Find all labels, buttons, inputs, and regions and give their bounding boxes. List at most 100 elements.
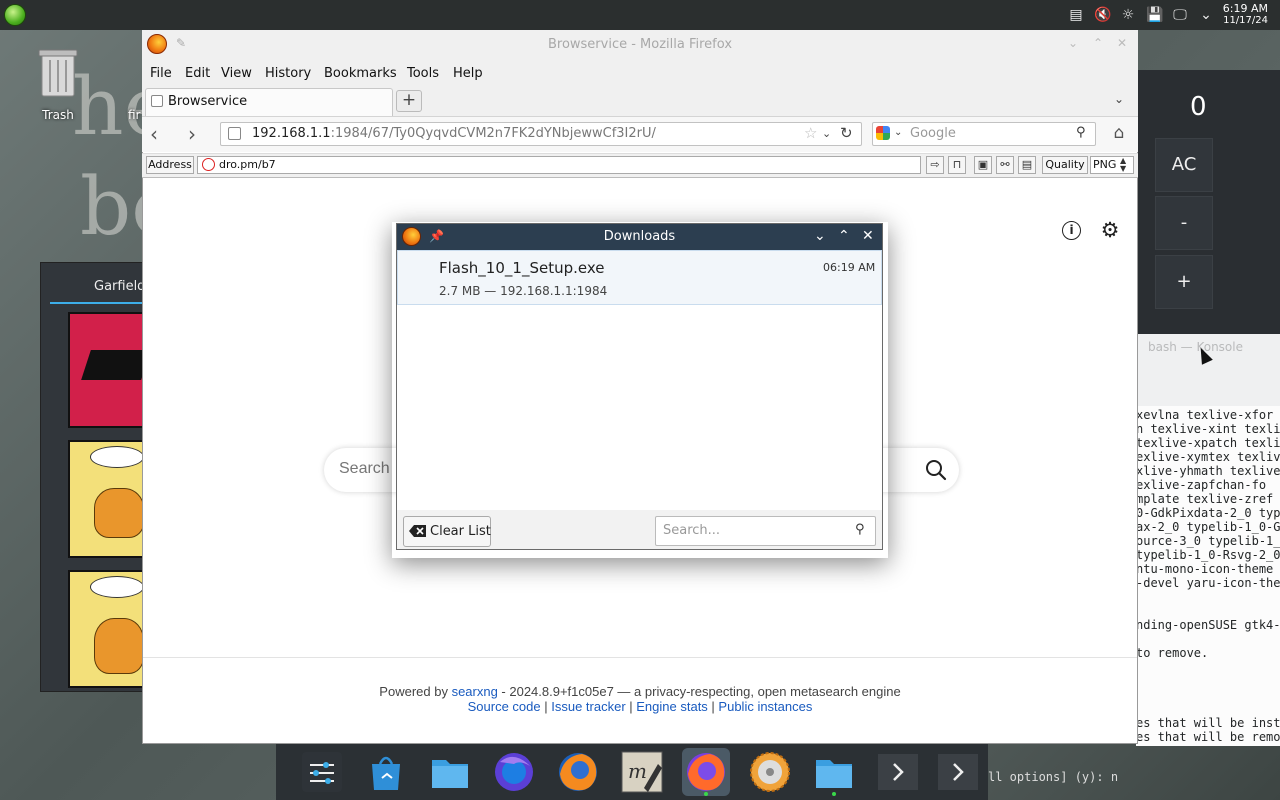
- app-launcher-icon[interactable]: [4, 4, 26, 26]
- brightness-icon[interactable]: ☼: [1120, 7, 1136, 23]
- search-icon[interactable]: ⚲: [1076, 125, 1086, 140]
- terminal-2-icon[interactable]: [934, 748, 982, 796]
- footer-powered-by: Powered by searxng - 2024.8.9+f1c05e7 — …: [143, 684, 1137, 699]
- calc-minus-button[interactable]: -: [1155, 196, 1213, 250]
- save-icon[interactable]: 💾: [1146, 7, 1163, 23]
- gear-icon[interactable]: ⚙: [1099, 219, 1121, 241]
- terminal-line: mplate texlive-zref t: [1136, 492, 1280, 506]
- home-icon[interactable]: ⌂: [1108, 123, 1130, 145]
- terminal-icon[interactable]: [874, 748, 922, 796]
- new-tab-button[interactable]: +: [396, 90, 422, 112]
- clock-date[interactable]: 11/17/24: [1223, 15, 1268, 26]
- settings-app-icon[interactable]: [298, 748, 346, 796]
- download-time: 06:19 AM: [823, 261, 876, 274]
- source-code-link[interactable]: Source code: [468, 699, 541, 714]
- maximize-icon[interactable]: ⌃: [838, 228, 850, 244]
- firefox-nightly-icon[interactable]: [490, 748, 538, 796]
- calc-clear-button[interactable]: AC: [1155, 138, 1213, 192]
- clipboard-icon[interactable]: ▤: [1068, 7, 1084, 23]
- footer-text: Powered by: [379, 684, 452, 699]
- footer-links: Source code | Issue tracker | Engine sta…: [467, 699, 813, 714]
- trash-icon[interactable]: [34, 44, 82, 100]
- chevron-down-icon[interactable]: ⌄: [1198, 7, 1214, 23]
- clock-time[interactable]: 6:19 AM: [1223, 2, 1268, 15]
- comic-panel: [68, 440, 144, 558]
- svg-text:m: m: [628, 759, 647, 783]
- trash-label[interactable]: Trash: [30, 108, 86, 122]
- back-icon[interactable]: ‹: [150, 122, 172, 146]
- terminal-prompt: ll options] (y): n: [988, 770, 1119, 784]
- search-bar[interactable]: [872, 122, 1096, 146]
- bookmark-icon[interactable]: ⊓: [948, 156, 966, 174]
- save-page-icon[interactable]: ▣: [974, 156, 992, 174]
- site-identity-icon[interactable]: [228, 127, 241, 140]
- menu-help[interactable]: Help: [453, 66, 483, 81]
- quality-label: Quality: [1042, 156, 1088, 174]
- terminal-line: exlive-xymtex texlive: [1136, 450, 1280, 464]
- clear-list-label: Clear List: [430, 524, 491, 539]
- go-arrow-icon[interactable]: ⇨: [926, 156, 944, 174]
- footer-divider: [143, 657, 1137, 658]
- menu-history[interactable]: History: [265, 66, 311, 81]
- info-icon[interactable]: i: [1062, 221, 1081, 240]
- find-icon[interactable]: ⚯: [996, 156, 1014, 174]
- issue-tracker-link[interactable]: Issue tracker: [551, 699, 625, 714]
- menu-tools[interactable]: Tools: [407, 66, 439, 81]
- menu-bookmarks[interactable]: Bookmarks: [324, 66, 397, 81]
- file-manager-2-icon[interactable]: [810, 748, 858, 796]
- minimize-icon[interactable]: ⌄: [814, 228, 826, 244]
- terminal-line: typelib-1_0-Rsvg-2_0: [1136, 548, 1280, 562]
- downloads-title: Downloads: [603, 229, 676, 244]
- desktop-icon-label[interactable]: fir: [128, 108, 141, 122]
- footer-version: - 2024.8.9+f1c05e7 — a privacy-respectin…: [497, 684, 901, 699]
- tab-garfield[interactable]: Garfield: [94, 279, 145, 294]
- cd-player-icon[interactable]: [746, 748, 794, 796]
- terminal-line: es that will be insta: [1136, 716, 1280, 730]
- url-text[interactable]: 192.168.1.1:1984/67/Ty0QyqvdCVM2n7FK2dYN…: [252, 126, 656, 141]
- spinner-icon[interactable]: ▲ ▼: [1120, 157, 1126, 173]
- tab-label: Browservice: [168, 94, 248, 109]
- comic-panel: [68, 570, 144, 688]
- terminal-line: 0-GdkPixdata-2_0 type: [1136, 506, 1280, 520]
- public-instances-link[interactable]: Public instances: [718, 699, 812, 714]
- format-select[interactable]: PNG: [1090, 156, 1134, 174]
- chevron-down-icon[interactable]: ⌄: [894, 127, 902, 138]
- reload-icon[interactable]: ↻: [840, 124, 853, 142]
- menu-view[interactable]: View: [221, 66, 252, 81]
- terminal-line: ntu-mono-icon-theme u: [1136, 562, 1280, 576]
- engine-stats-link[interactable]: Engine stats: [636, 699, 708, 714]
- downloads-search-placeholder[interactable]: Search...: [663, 523, 720, 538]
- firefox-icon[interactable]: [554, 748, 602, 796]
- network-icon[interactable]: 🖵: [1172, 7, 1188, 23]
- chevron-down-icon[interactable]: ⌄: [1114, 92, 1124, 106]
- terminal-line: to remove.: [1136, 646, 1209, 660]
- chevron-down-icon[interactable]: ⌄: [822, 127, 831, 140]
- close-icon[interactable]: ✕: [862, 228, 874, 244]
- url-host: 192.168.1.1: [252, 126, 331, 141]
- google-icon[interactable]: [876, 126, 890, 140]
- close-icon[interactable]: ✕: [1117, 36, 1127, 50]
- search-icon[interactable]: [924, 458, 948, 482]
- menu-file[interactable]: File: [150, 66, 172, 81]
- searxng-link[interactable]: searxng: [452, 684, 498, 699]
- file-manager-icon[interactable]: [426, 748, 474, 796]
- calc-plus-button[interactable]: +: [1155, 255, 1213, 309]
- maximize-icon[interactable]: ⌃: [1093, 36, 1103, 50]
- firefox-active-icon[interactable]: [682, 748, 730, 796]
- bookmark-star-icon[interactable]: ☆: [804, 124, 817, 142]
- minimize-icon[interactable]: ⌄: [1068, 36, 1078, 50]
- menu-edit[interactable]: Edit: [185, 66, 210, 81]
- address-value[interactable]: dro.pm/b7: [219, 158, 276, 171]
- konsole-output[interactable]: xevlna texlive-xfor t n texlive-xint tex…: [1136, 406, 1280, 746]
- text-editor-icon[interactable]: m: [618, 748, 666, 796]
- volume-mute-icon[interactable]: 🔇: [1094, 7, 1111, 23]
- search-icon[interactable]: ⚲: [855, 522, 865, 537]
- forward-icon[interactable]: ›: [188, 122, 210, 146]
- page-search-placeholder[interactable]: Search: [339, 460, 390, 478]
- terminal-line: texlive-xpatch texlive: [1136, 436, 1280, 450]
- store-app-icon[interactable]: [362, 748, 410, 796]
- address-input[interactable]: [197, 156, 921, 174]
- search-placeholder[interactable]: Google: [910, 126, 956, 141]
- page-icon: [151, 95, 163, 107]
- clipboard-icon[interactable]: ▤: [1018, 156, 1036, 174]
